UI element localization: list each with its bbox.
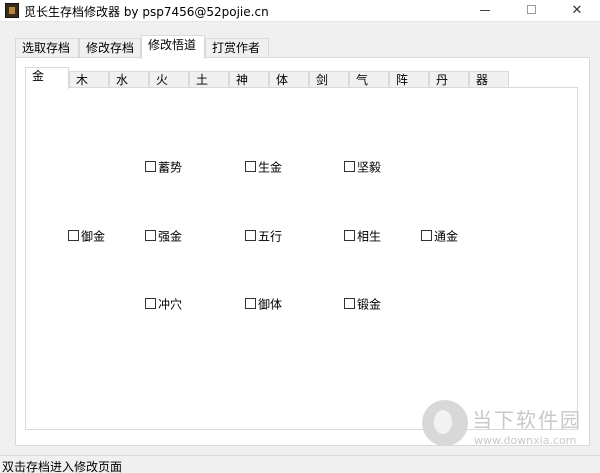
watermark-url: www.downxia.com	[474, 434, 577, 447]
metal-panel	[25, 87, 578, 430]
checkbox-box[interactable]	[344, 230, 355, 241]
checkbox-tongjin[interactable]: 通金	[421, 229, 458, 245]
title-bar: 觅长生存档修改器 by psp7456@52pojie.cn ✕	[0, 0, 600, 22]
checkbox-box[interactable]	[344, 298, 355, 309]
app-icon	[5, 3, 19, 18]
checkbox-box[interactable]	[145, 230, 156, 241]
checkbox-box[interactable]	[145, 298, 156, 309]
checkbox-qiangjin[interactable]: 强金	[145, 229, 182, 245]
checkbox-box[interactable]	[245, 161, 256, 172]
checkbox-box[interactable]	[68, 230, 79, 241]
close-icon: ✕	[571, 3, 583, 18]
checkbox-chongxue[interactable]: 冲穴	[145, 297, 182, 313]
checkbox-box[interactable]	[145, 161, 156, 172]
checkbox-box[interactable]	[245, 298, 256, 309]
tab-metal[interactable]: 金	[25, 67, 69, 89]
tab-edit-save[interactable]: 修改存档	[79, 38, 141, 58]
checkbox-xiangsheng[interactable]: 相生	[344, 229, 381, 245]
checkbox-yuti[interactable]: 御体	[245, 297, 282, 313]
checkbox-shengjin[interactable]: 生金	[245, 160, 282, 176]
checkbox-wuxing[interactable]: 五行	[245, 229, 282, 245]
tab-select-save[interactable]: 选取存档	[15, 38, 79, 58]
status-text: 双击存档进入修改页面	[2, 460, 123, 473]
maximize-icon	[526, 4, 536, 14]
close-button[interactable]: ✕	[554, 0, 600, 22]
watermark: 当下软件园 www.downxia.com	[420, 398, 600, 458]
checkbox-xushi[interactable]: 蓄势	[145, 160, 182, 176]
tab-edit-enlightenment[interactable]: 修改悟道	[141, 35, 205, 59]
window-title: 觅长生存档修改器 by psp7456@52pojie.cn	[24, 5, 269, 19]
checkbox-duanjin[interactable]: 锻金	[344, 297, 381, 313]
checkbox-yujin[interactable]: 御金	[68, 229, 105, 245]
checkbox-box[interactable]	[421, 230, 432, 241]
minimize-button[interactable]	[462, 0, 508, 22]
checkbox-jianyi[interactable]: 坚毅	[344, 160, 381, 176]
checkbox-box[interactable]	[245, 230, 256, 241]
watermark-title: 当下软件园	[472, 408, 582, 432]
tab-donate[interactable]: 打赏作者	[205, 38, 269, 58]
minimize-icon	[480, 10, 490, 11]
maximize-button[interactable]	[508, 0, 554, 22]
watermark-logo-icon	[422, 400, 468, 446]
checkbox-box[interactable]	[344, 161, 355, 172]
